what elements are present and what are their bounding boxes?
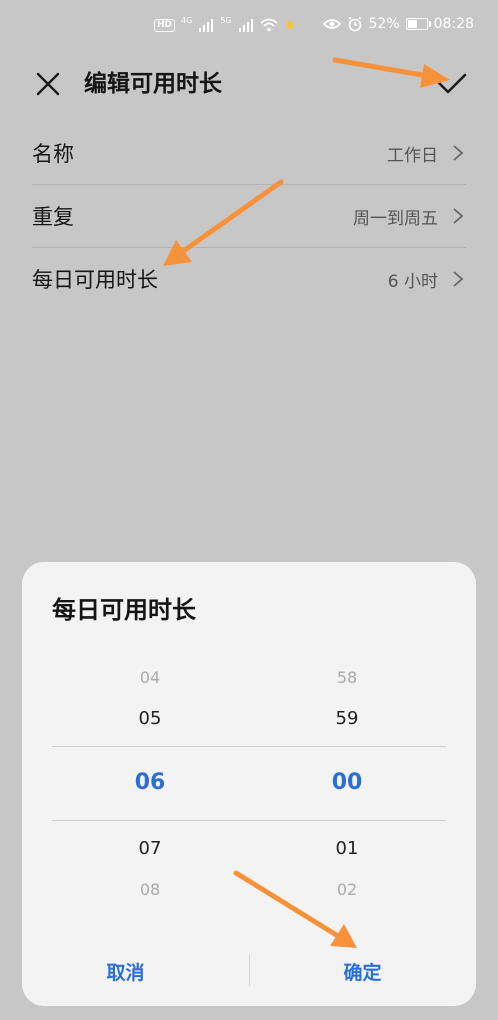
- setting-name[interactable]: 名称 工作日: [32, 122, 466, 185]
- picker-value: 02: [336, 880, 358, 899]
- picker-value: 58: [336, 668, 358, 687]
- picker-selected-hours: 06: [134, 770, 166, 795]
- setting-repeat[interactable]: 重复 周一到周五: [32, 185, 466, 248]
- minutes-wheel[interactable]: 58 59 00 01 02: [287, 658, 407, 899]
- picker-value: 07: [138, 838, 162, 859]
- status-bar-left: HD 4G 5G: [154, 16, 296, 32]
- picker-value: 04: [139, 668, 161, 687]
- dialog-button-bar: 取消 确定: [22, 946, 476, 996]
- setting-value: 周一到周五: [353, 208, 438, 229]
- setting-label: 名称: [32, 142, 74, 166]
- setting-label: 重复: [32, 205, 74, 229]
- eye-icon: [322, 19, 341, 29]
- battery-icon: [405, 18, 431, 30]
- picker-value: 08: [139, 880, 161, 899]
- sun-notification-icon: [285, 21, 294, 29]
- setting-label: 每日可用时长: [32, 268, 158, 292]
- setting-value: 工作日: [387, 145, 438, 166]
- cancel-button[interactable]: 取消: [22, 946, 249, 996]
- dialog-title: 每日可用时长: [52, 596, 196, 624]
- chevron-right-icon: [453, 208, 464, 224]
- chevron-right-icon: [453, 271, 464, 287]
- duration-picker-dialog: 每日可用时长 04 05 06 07 08 58 59 00 01 02 取消 …: [22, 562, 476, 1006]
- network-type-2: 5G: [220, 16, 232, 25]
- status-bar-right: 52% 08:28: [322, 16, 474, 32]
- alarm-icon: [348, 16, 361, 32]
- clock: 08:28: [433, 16, 474, 32]
- status-bar: HD 4G 5G 52% 08:28: [0, 0, 498, 56]
- time-picker: 04 05 06 07 08 58 59 00 01 02: [22, 658, 476, 899]
- setting-daily-duration[interactable]: 每日可用时长 6 小时: [32, 248, 466, 310]
- close-icon[interactable]: [32, 68, 64, 100]
- setting-value: 6 小时: [387, 271, 438, 292]
- settings-list: 名称 工作日 重复 周一到周五 每日可用时长 6 小时: [32, 122, 466, 310]
- picker-selected-minutes: 00: [331, 770, 363, 795]
- picker-value: 01: [335, 838, 359, 859]
- picker-value: 59: [335, 708, 359, 729]
- battery-percent: 52%: [368, 16, 400, 32]
- app-header: 编辑可用时长: [0, 56, 498, 112]
- picker-value: 05: [138, 708, 162, 729]
- hd-badge: HD: [154, 18, 176, 32]
- battery-level: [407, 20, 417, 28]
- signal-icon: [199, 19, 214, 32]
- page-title: 编辑可用时长: [84, 71, 222, 97]
- chevron-right-icon: [453, 145, 464, 161]
- check-icon[interactable]: [434, 65, 470, 101]
- ok-button[interactable]: 确定: [249, 946, 476, 996]
- network-type-1: 4G: [181, 16, 193, 25]
- hours-wheel[interactable]: 04 05 06 07 08: [90, 658, 210, 899]
- wifi-icon: [260, 18, 278, 32]
- signal-icon: [238, 19, 253, 32]
